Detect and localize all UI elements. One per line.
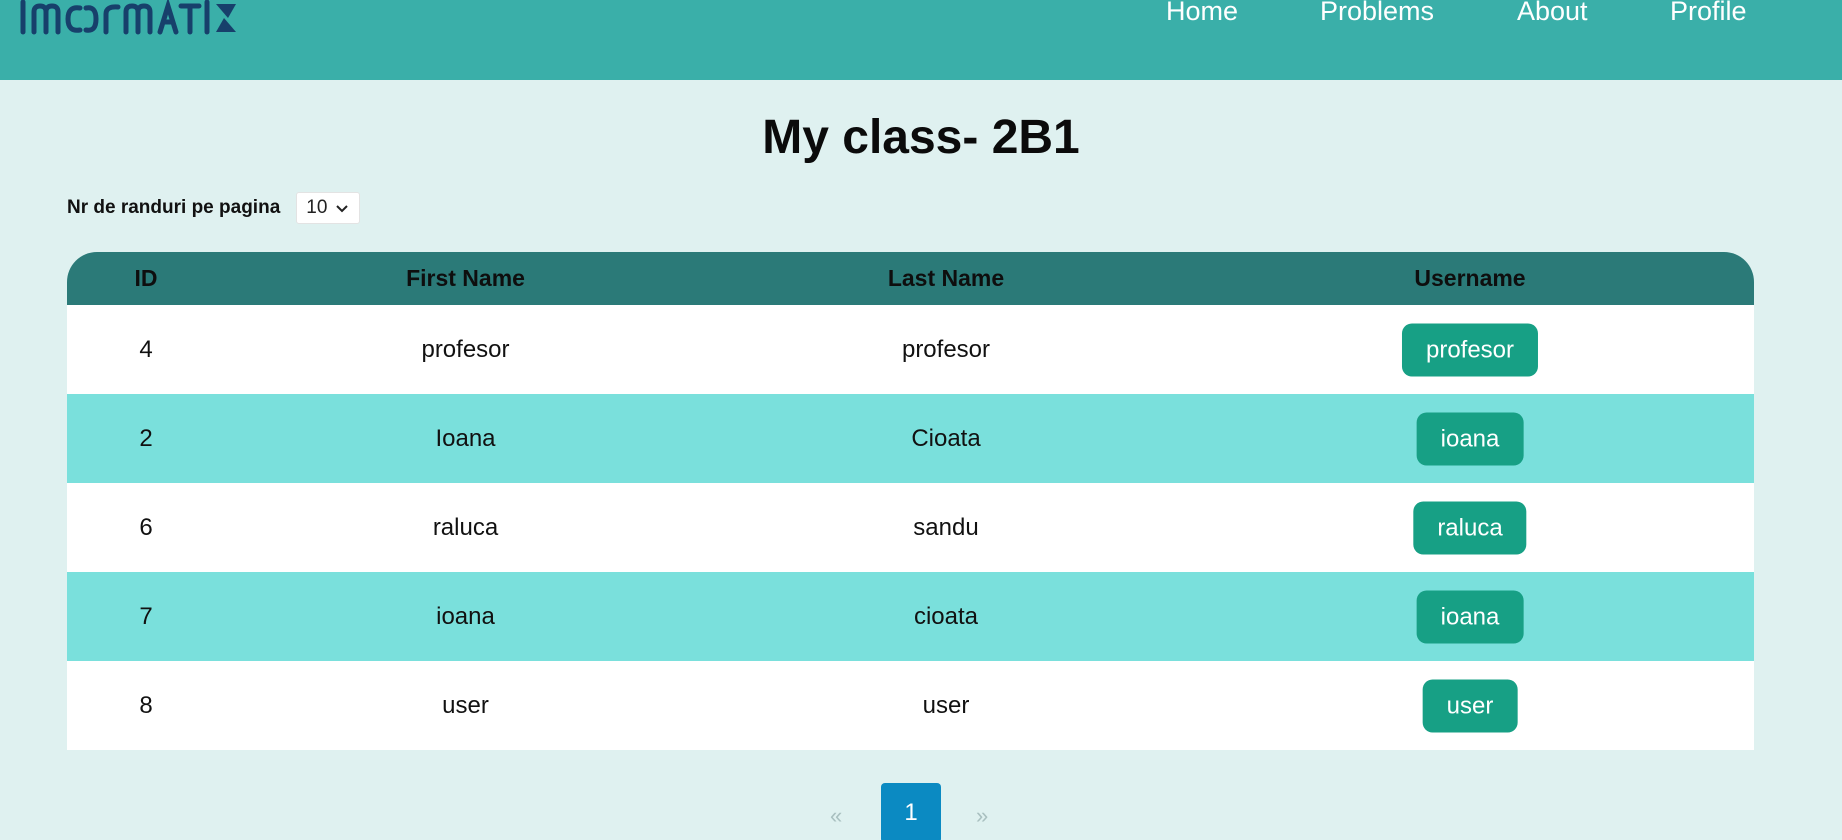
cell-first-name: profesor [421,336,510,363]
cell-id: 6 [139,514,153,541]
cell-id: 2 [139,425,153,452]
pagination-page-1[interactable]: 1 [881,783,941,840]
rows-per-page-value: 10 [306,197,328,218]
logo-wordmark-icon [20,0,236,35]
cell-id: 7 [139,603,153,630]
column-header-username[interactable]: Username [1186,252,1754,305]
cell-id: 4 [139,336,153,363]
cell-username: ioana [1186,394,1754,483]
table-row: 2 Ioana Cioata ioana [67,394,1754,483]
cell-first-name: user [442,692,489,719]
username-button[interactable]: ioana [1416,590,1524,643]
nav-profile-link[interactable]: Profile [1670,0,1747,27]
informatix-logo[interactable] [18,0,240,38]
cell-last-name: Cioata [911,425,981,452]
rows-per-page-control: Nr de randuri pe pagina 10 [67,192,361,224]
class-students-table: ID First Name Last Name Username 4 profe… [67,252,1754,750]
table-row: 8 user user user [67,661,1754,750]
cell-username: ioana [1186,572,1754,661]
rows-per-page-label: Nr de randuri pe pagina [67,197,281,218]
column-header-first-name[interactable]: First Name [225,252,706,305]
column-header-id[interactable]: ID [67,252,225,305]
nav-about-link[interactable]: About [1517,0,1588,27]
cell-last-name: user [922,692,970,719]
rows-per-page-select[interactable]: 10 [296,192,361,224]
cell-first-name: raluca [432,514,499,541]
nav-home-link[interactable]: Home [1166,0,1238,27]
cell-first-name: Ioana [435,425,496,452]
username-button[interactable]: ioana [1416,412,1524,465]
cell-last-name: sandu [913,514,979,541]
pagination-next[interactable]: » [976,803,988,829]
username-button[interactable]: profesor [1401,323,1539,376]
cell-username: profesor [1186,305,1754,394]
table-header-row: ID First Name Last Name Username [67,252,1754,305]
cell-username: raluca [1186,483,1754,572]
page-title: My class- 2B1 [762,111,1080,164]
cell-id: 8 [139,692,153,719]
cell-first-name: ioana [436,603,495,630]
pagination: « 1 » [0,783,1842,840]
column-header-last-name[interactable]: Last Name [706,252,1186,305]
username-button[interactable]: raluca [1413,501,1527,554]
pagination-previous[interactable]: « [830,803,842,829]
cell-last-name: profesor [901,336,991,363]
table-row: 6 raluca sandu raluca [67,483,1754,572]
nav-problems-link[interactable]: Problems [1320,0,1434,27]
table-row: 4 profesor profesor profesor [67,305,1754,394]
table-row: 7 ioana cioata ioana [67,572,1754,661]
cell-last-name: cioata [913,603,979,630]
chevron-down-icon [336,205,349,213]
top-navigation-bar: Home Problems About Profile [0,0,1842,80]
username-button[interactable]: user [1422,679,1518,732]
cell-username: user [1186,661,1754,750]
